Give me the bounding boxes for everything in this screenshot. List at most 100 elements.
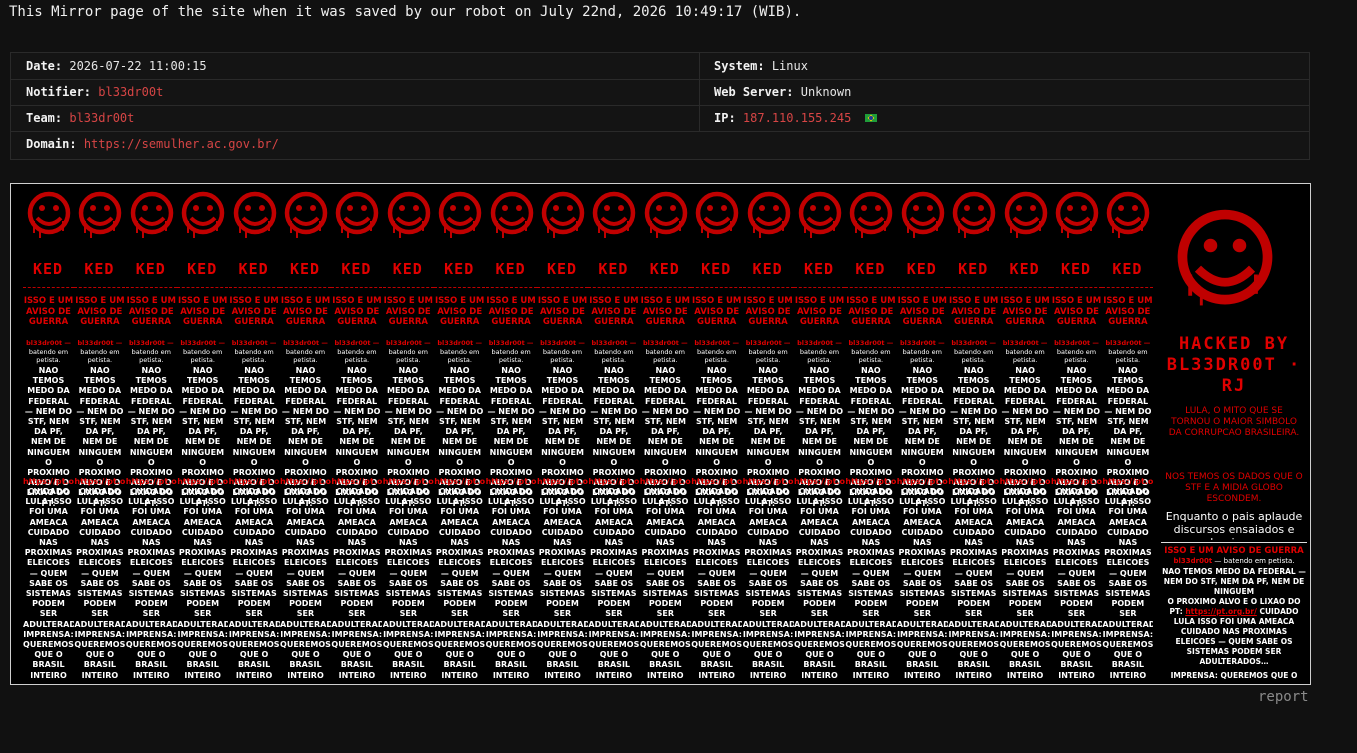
pt-link[interactable]: https://pt.org.br/ bbox=[486, 477, 537, 486]
message-text: CUIDADO LULA ISSO FOI UMA AMEACA CUIDADO… bbox=[177, 487, 229, 682]
author-tag: bl33dr00t — bbox=[1105, 339, 1151, 347]
side-nos-text: NOS TEMOS OS DADOS QUE O STF E A MIDIA G… bbox=[1165, 472, 1303, 504]
smiley-logo-icon bbox=[541, 191, 585, 238]
author-tag: bl33dr00t — bbox=[231, 339, 277, 347]
ip-link[interactable]: 187.110.155.245 bbox=[743, 111, 851, 125]
pt-link[interactable]: https://pt.org.br/ bbox=[588, 477, 639, 486]
author-tag: bl33dr00t — bbox=[899, 339, 945, 347]
pt-link[interactable]: https://pt.org.br/ bbox=[1000, 477, 1051, 486]
message-text: CUIDADO LULA ISSO FOI UMA AMEACA CUIDADO… bbox=[1051, 487, 1102, 682]
defacement-grid: KED ISSO E UM AVISO DE GUERRA bl33dr00t — b… bbox=[23, 186, 1161, 682]
dashed-divider bbox=[845, 287, 897, 288]
dashed-divider bbox=[280, 287, 331, 288]
author-tag: bl33dr00t — bbox=[26, 339, 71, 347]
dashed-divider bbox=[485, 287, 537, 288]
pt-link[interactable]: https://pt.org.br/ bbox=[794, 477, 845, 486]
info-system: System: Linux bbox=[714, 53, 808, 79]
warning-title: ISSO E UM AVISO DE GUERRA bbox=[23, 296, 74, 327]
smiley-logo-icon bbox=[593, 191, 636, 238]
pt-link[interactable]: https://pt.org.br/ bbox=[229, 477, 280, 486]
author-tag: bl33dr00t — bbox=[1002, 339, 1048, 347]
smiley-logo-icon bbox=[490, 191, 533, 238]
smiley-logo-icon bbox=[952, 191, 996, 238]
side-body-text: IMPRENSA: QUEREMOS QUE O BRASIL INTEIRO … bbox=[1170, 671, 1298, 682]
hacked-fragment: KED bbox=[649, 260, 680, 278]
hacked-by-title: HACKED BY BL33DR00T · RJ bbox=[1166, 334, 1302, 396]
author-note: batendo em petista. bbox=[234, 348, 274, 364]
author-tag: bl33dr00t — bbox=[1054, 339, 1099, 347]
author-tag: bl33dr00t — bbox=[540, 339, 585, 347]
dashed-divider bbox=[537, 287, 588, 288]
author-note: batendo em petista. bbox=[131, 348, 171, 364]
warning-title: ISSO E UM AVISO DE GUERRA bbox=[949, 296, 999, 327]
smiley-logo-icon bbox=[79, 191, 122, 238]
smiley-logo-icon bbox=[438, 191, 482, 238]
warning-title: ISSO E UM AVISO DE GUERRA bbox=[486, 296, 536, 327]
author-note: batendo em petista. bbox=[1056, 348, 1097, 364]
pt-link[interactable]: https://pt.org.br/ bbox=[640, 477, 691, 486]
pt-link[interactable]: https://pt.org.br/ bbox=[434, 477, 485, 486]
dashed-divider bbox=[742, 287, 794, 288]
message-text: CUIDADO LULA ISSO FOI UMA AMEACA CUIDADO… bbox=[382, 487, 434, 682]
pt-link[interactable]: https://pt.org.br/ bbox=[743, 477, 794, 486]
pt-link[interactable]: https://pt.org.br/ bbox=[74, 477, 125, 486]
hacked-fragment: KED bbox=[392, 260, 423, 278]
author-tag: bl33dr00t — bbox=[745, 339, 791, 347]
warning-title: ISSO E UM AVISO DE GUERRA bbox=[743, 296, 793, 327]
warning-title: ISSO E UM AVISO DE GUERRA bbox=[589, 296, 639, 327]
side-pt-link[interactable]: https://pt.org.br/ bbox=[1185, 607, 1257, 616]
smiley-logo-icon bbox=[1107, 191, 1150, 238]
dashed-divider bbox=[177, 287, 229, 288]
pt-link[interactable]: https://pt.org.br/ bbox=[280, 477, 331, 486]
author-tag: bl33dr00t — bbox=[951, 339, 997, 347]
pt-link[interactable]: https://pt.org.br/ bbox=[331, 477, 382, 486]
defacement-column: KED ISSO E UM AVISO DE GUERRA bl33dr00t — b… bbox=[1051, 186, 1102, 682]
author-tag: bl33dr00t — bbox=[848, 339, 894, 347]
message-text: CUIDADO LULA ISSO FOI UMA AMEACA CUIDADO… bbox=[999, 487, 1051, 682]
pt-link[interactable]: https://pt.org.br/ bbox=[691, 477, 742, 486]
smiley-logo-icon bbox=[1177, 209, 1273, 306]
author-tag: bl33dr00t — bbox=[283, 339, 328, 347]
report-link[interactable]: report bbox=[1258, 689, 1309, 705]
hacked-fragment: KED bbox=[238, 260, 269, 278]
author-tag: bl33dr00t — bbox=[385, 339, 431, 347]
pt-link[interactable]: https://pt.org.br/ bbox=[948, 477, 999, 486]
warning-title: ISSO E UM AVISO DE GUERRA bbox=[846, 296, 896, 327]
info-notifier: Notifier: bl33dr00t bbox=[26, 79, 163, 105]
notifier-link[interactable]: bl33dr00t bbox=[98, 85, 163, 99]
author-tag: bl33dr00t — bbox=[642, 339, 688, 347]
message-text: CUIDADO LULA ISSO FOI UMA AMEACA CUIDADO… bbox=[125, 487, 177, 682]
pt-link[interactable]: https://pt.org.br/ bbox=[23, 477, 74, 486]
pt-link[interactable]: https://pt.org.br/ bbox=[383, 477, 434, 486]
author-note: batendo em petista. bbox=[183, 348, 223, 364]
smiley-logo-icon bbox=[1004, 191, 1047, 238]
defacement-column: KED ISSO E UM AVISO DE GUERRA bl33dr00t — b… bbox=[588, 186, 640, 682]
pt-link[interactable]: https://pt.org.br/ bbox=[1102, 477, 1153, 486]
side-body: NAO TEMOS MEDO DA FEDERAL — NEM DO STF, … bbox=[1161, 567, 1307, 682]
defacement-column: KED ISSO E UM AVISO DE GUERRA bl33dr00t — b… bbox=[948, 186, 1000, 682]
team-link[interactable]: bl33dr00t bbox=[69, 111, 134, 125]
hacked-fragment: KED bbox=[1009, 260, 1040, 278]
hacked-fragment: KED bbox=[803, 260, 835, 278]
hacked-fragment: KED bbox=[701, 260, 732, 278]
warning-title: ISSO E UM AVISO DE GUERRA bbox=[332, 296, 382, 327]
author-note: batendo em petista. bbox=[902, 348, 942, 364]
mirror-frame[interactable]: KED ISSO E UM AVISO DE GUERRA bl33dr00t — b… bbox=[10, 183, 1311, 685]
message-text: CUIDADO LULA ISSO FOI UMA AMEACA CUIDADO… bbox=[845, 487, 897, 682]
smiley-logo-icon bbox=[644, 191, 688, 238]
domain-link[interactable]: https://semulher.ac.gov.br/ bbox=[84, 137, 279, 151]
pt-link[interactable]: https://pt.org.br/ bbox=[537, 477, 588, 486]
pt-link[interactable]: https://pt.org.br/ bbox=[126, 477, 177, 486]
hacked-fragment: KED bbox=[752, 260, 783, 278]
pt-link[interactable]: https://pt.org.br/ bbox=[1051, 477, 1102, 486]
pt-link[interactable]: https://pt.org.br/ bbox=[177, 477, 228, 486]
pt-link[interactable]: https://pt.org.br/ bbox=[845, 477, 896, 486]
message-text: CUIDADO LULA ISSO FOI UMA AMEACA CUIDADO… bbox=[896, 487, 948, 682]
author-note: batendo em petista. bbox=[388, 348, 428, 364]
author-note: batendo em petista. bbox=[542, 348, 583, 364]
message-text: CUIDADO LULA ISSO FOI UMA AMEACA CUIDADO… bbox=[691, 487, 743, 682]
defacement-column: KED ISSO E UM AVISO DE GUERRA bl33dr00t — b… bbox=[228, 186, 280, 682]
defacement-column: KED ISSO E UM AVISO DE GUERRA bl33dr00t — b… bbox=[1102, 186, 1154, 682]
warning-title: ISSO E UM AVISO DE GUERRA bbox=[75, 296, 125, 327]
pt-link[interactable]: https://pt.org.br/ bbox=[897, 477, 948, 486]
